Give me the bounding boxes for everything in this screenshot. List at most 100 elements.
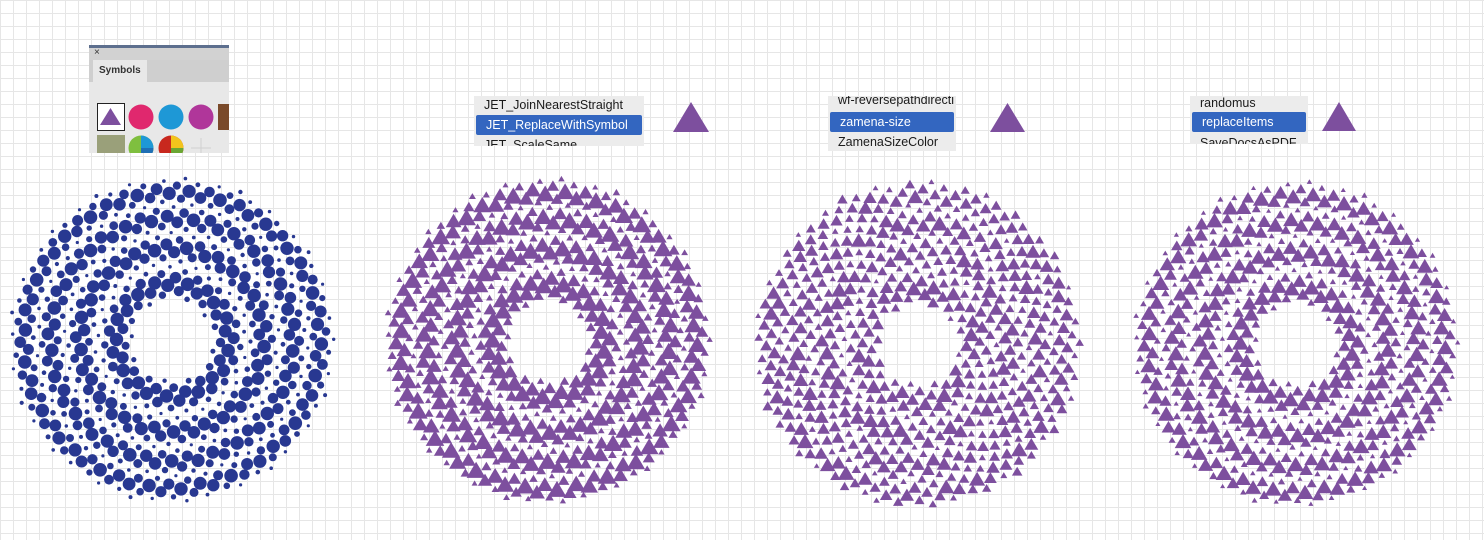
spiral-dot <box>184 296 190 303</box>
spiral-triangle <box>950 494 957 501</box>
spiral-triangle <box>569 265 575 271</box>
spiral-triangle <box>1171 386 1183 396</box>
spiral-dot <box>254 208 264 218</box>
spiral-triangle <box>1429 426 1435 431</box>
spiral-triangle <box>1042 273 1055 285</box>
spiral-triangle <box>440 255 448 262</box>
spiral-dot <box>210 348 216 354</box>
spiral-triangle <box>1136 354 1145 362</box>
spiral-triangle <box>845 430 853 437</box>
spiral-triangle <box>388 316 401 327</box>
spiral-triangle <box>1408 259 1420 269</box>
spiral-dot <box>14 317 23 326</box>
spiral-triangle <box>895 265 904 272</box>
spiral-triangle <box>1341 301 1356 314</box>
spiral-dot <box>69 320 77 328</box>
spiral-triangle <box>977 381 988 390</box>
spiral-triangle <box>559 376 570 385</box>
spiral-triangle <box>1052 304 1062 313</box>
spiral-triangle <box>456 416 474 431</box>
spiral-dot <box>242 376 253 387</box>
spiral-dot <box>103 325 116 337</box>
spiral-triangle <box>837 368 848 377</box>
spiral-triangle <box>1200 210 1206 215</box>
spiral-dot <box>184 408 189 413</box>
spiral-triangle <box>1256 476 1269 487</box>
spiral-triangle <box>1220 483 1226 489</box>
spiral-dot <box>298 355 305 362</box>
spiral-triangle <box>1140 300 1147 307</box>
spiral-dot <box>133 473 143 483</box>
spiral-dot <box>25 374 39 387</box>
spiral-triangle <box>1338 340 1351 351</box>
spiral-triangle <box>1062 384 1071 392</box>
spiral-triangle <box>1232 223 1244 234</box>
spiral-dot <box>258 437 263 442</box>
spiral-triangle <box>1200 326 1217 340</box>
spiral-dot <box>264 386 269 390</box>
spiral-dot <box>102 258 107 263</box>
spiral-dot <box>193 275 203 285</box>
spiral-triangle <box>829 247 844 260</box>
spiral-triangle <box>1308 501 1314 506</box>
spiral-dot <box>241 424 254 437</box>
spiral-triangle <box>1267 405 1275 412</box>
spiral-triangle <box>1221 296 1231 305</box>
spiral-triangle <box>928 500 937 508</box>
spiral-triangle <box>668 244 680 255</box>
spiral-triangle <box>1000 448 1013 459</box>
spiral-triangle <box>1395 405 1409 418</box>
spiral-triangle <box>1429 348 1435 354</box>
spiral-dot <box>50 285 63 298</box>
spiral-triangle <box>1348 267 1366 282</box>
spiral-triangle <box>570 181 578 189</box>
spiral-triangle <box>1391 455 1403 465</box>
spiral-triangle <box>398 386 416 402</box>
spiral-triangle <box>988 419 995 425</box>
spiral-dot <box>98 417 102 422</box>
spiral-triangle <box>549 235 562 245</box>
spiral-triangle <box>1327 266 1336 274</box>
spiral-triangle <box>1183 355 1190 361</box>
spiral-triangle <box>501 467 508 473</box>
spiral-triangle <box>957 440 964 447</box>
spiral-triangle <box>581 275 589 282</box>
spiral-triangle <box>1243 249 1253 258</box>
spiral-dot <box>104 374 108 378</box>
spiral-triangle <box>1375 424 1392 438</box>
spiral-triangle <box>911 444 918 450</box>
spiral-triangle <box>784 344 792 351</box>
spiral-dot <box>206 445 220 459</box>
spiral-triangle <box>867 308 880 319</box>
spiral-triangle <box>828 448 836 455</box>
spiral-triangle <box>584 347 593 355</box>
spiral-triangle <box>900 238 907 244</box>
spiral-dot <box>143 434 151 442</box>
spiral-triangle <box>1316 479 1333 494</box>
spiral-triangle <box>468 349 475 355</box>
spiral-dot <box>261 245 269 253</box>
spiral-triangle <box>1160 309 1166 314</box>
spiral-triangle <box>1006 257 1021 270</box>
spiral-dot <box>261 354 273 366</box>
spiral-triangle <box>565 467 574 474</box>
spiral-dot <box>119 402 127 410</box>
spiral-triangle <box>634 253 653 269</box>
spiral-dot <box>111 295 116 300</box>
spiral-triangle <box>815 400 827 410</box>
spiral-triangle <box>1161 343 1171 352</box>
spiral-triangle <box>564 442 571 448</box>
spiral-triangle <box>874 358 885 367</box>
spiral-triangle <box>822 209 829 216</box>
spiral-dot <box>194 241 206 252</box>
spiral-dot <box>173 394 186 407</box>
spiral-dot <box>121 377 134 390</box>
spiral-dot <box>109 304 119 314</box>
spiral-triangle <box>1337 289 1348 298</box>
spiral-triangle <box>1055 354 1068 364</box>
spiral-triangle <box>565 414 576 423</box>
spiral-dot <box>26 293 39 306</box>
spiral-triangle <box>467 268 480 279</box>
spiral-triangle <box>834 205 844 214</box>
spiral-triangle <box>1243 237 1253 245</box>
